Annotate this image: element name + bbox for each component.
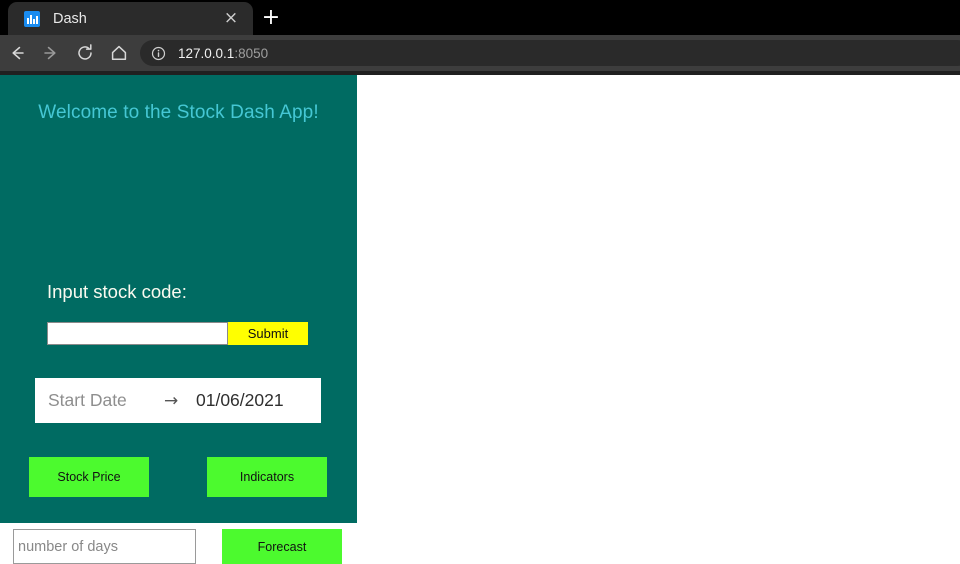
url-port: :8050 (234, 45, 269, 61)
indicators-button[interactable]: Indicators (207, 457, 327, 497)
back-button[interactable] (0, 35, 34, 71)
date-range-picker[interactable]: Start Date → 01/06/2021 (35, 378, 321, 423)
tab-strip: Dash × + (0, 0, 960, 35)
browser-tab[interactable]: Dash × (8, 2, 253, 35)
bar-chart-favicon (24, 10, 40, 27)
address-bar[interactable]: 127.0.0.1:8050 (140, 40, 960, 66)
home-icon (111, 45, 127, 60)
browser-toolbar: 127.0.0.1:8050 (0, 35, 960, 71)
stock-code-input[interactable] (47, 322, 228, 345)
sidebar-panel: Welcome to the Stock Dash App! Input sto… (0, 75, 357, 564)
reload-button[interactable] (68, 35, 102, 71)
arrow-right-icon (44, 46, 56, 60)
forecast-button[interactable]: Forecast (222, 529, 342, 564)
reload-icon (78, 44, 92, 60)
forecast-days-input[interactable] (13, 529, 196, 564)
stock-price-button[interactable]: Stock Price (29, 457, 149, 497)
site-info-icon (151, 46, 166, 60)
arrow-left-icon (12, 46, 24, 60)
forward-button[interactable] (34, 35, 68, 71)
arrow-right-icon: → (164, 390, 179, 411)
address-bar-url: 127.0.0.1:8050 (178, 46, 268, 61)
results-content-area (357, 75, 960, 523)
start-date-field[interactable]: Start Date (48, 390, 164, 411)
url-host: 127.0.0.1 (178, 45, 235, 61)
stock-code-label: Input stock code: (47, 281, 187, 302)
home-button[interactable] (102, 35, 136, 71)
page-body: Welcome to the Stock Dash App! Input sto… (0, 75, 960, 564)
page-title: Welcome to the Stock Dash App! (38, 102, 319, 123)
end-date-field[interactable]: 01/06/2021 (196, 390, 284, 411)
browser-chrome: Dash × + 127.0.0.1:8050 (0, 0, 960, 75)
submit-button[interactable]: Submit (228, 322, 308, 345)
close-icon[interactable]: × (217, 10, 245, 27)
tab-title: Dash (53, 10, 87, 27)
new-tab-button[interactable]: + (256, 4, 286, 32)
